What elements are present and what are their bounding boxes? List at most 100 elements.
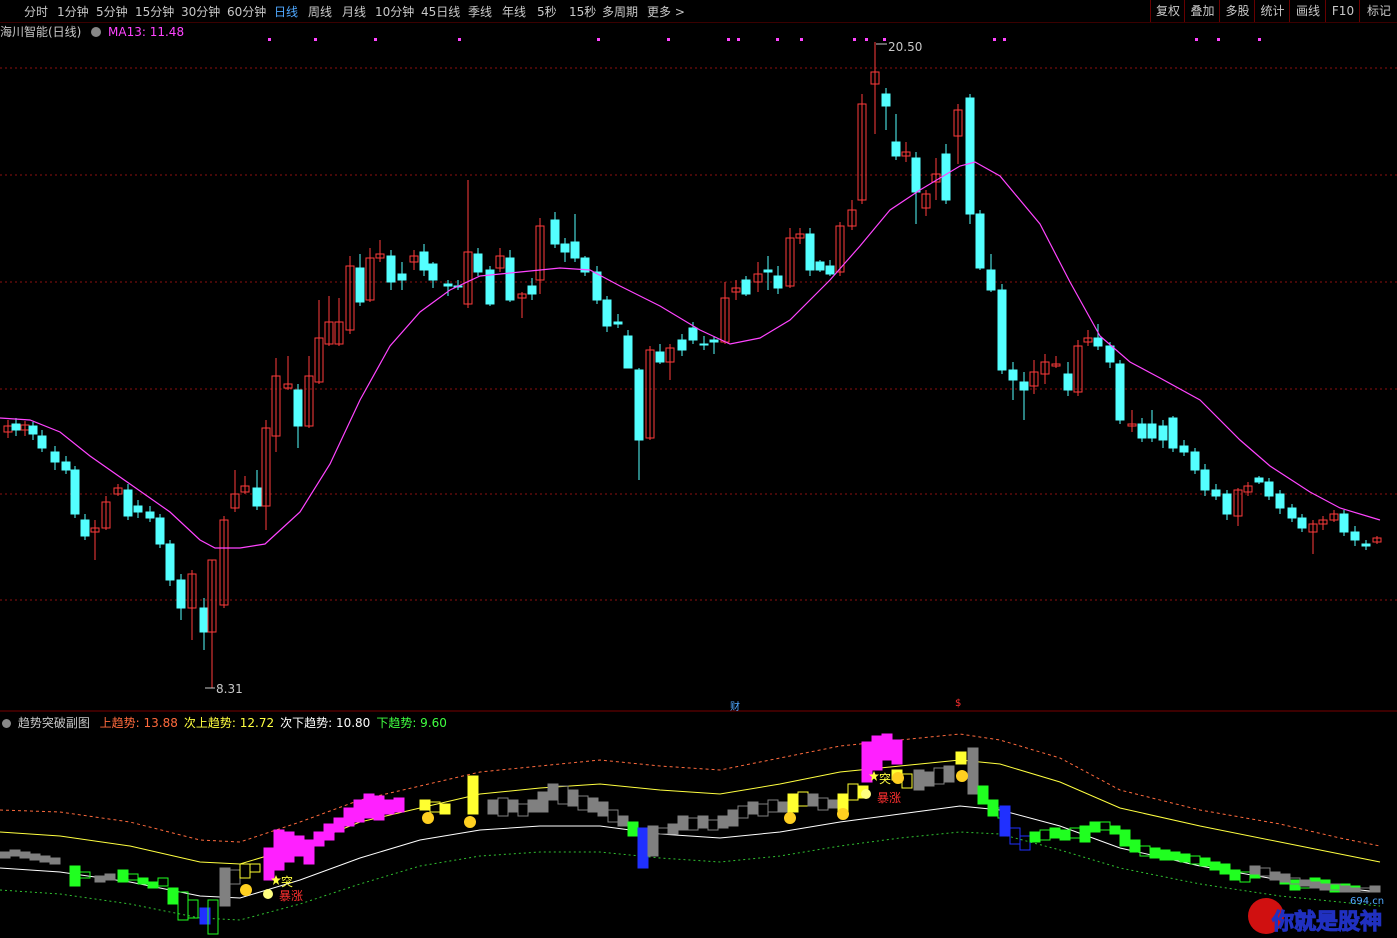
trend-bar bbox=[527, 799, 539, 813]
candle-body bbox=[61, 461, 71, 471]
indicator-value: 上趋势: 13.88 bbox=[99, 716, 178, 730]
trend-bar bbox=[1259, 867, 1271, 877]
trend-bar bbox=[1099, 821, 1111, 831]
indicator-values: 上趋势: 13.88 次上趋势: 12.72 次下趋势: 10.80 下趋势: 9.6… bbox=[94, 716, 447, 730]
candle-body bbox=[145, 511, 155, 519]
period-tab[interactable]: 月线 bbox=[342, 3, 366, 20]
toolbar-button[interactable]: 复权 bbox=[1150, 0, 1185, 22]
trend-bar bbox=[797, 791, 809, 807]
period-tab[interactable]: 5秒 bbox=[537, 3, 557, 20]
signal-dot bbox=[853, 38, 856, 41]
signal-dot bbox=[776, 38, 779, 41]
candle-body bbox=[677, 339, 687, 351]
period-tab[interactable]: 季线 bbox=[468, 3, 492, 20]
trend-bar bbox=[1209, 861, 1221, 871]
low-price-label: 8.31 bbox=[216, 682, 243, 696]
coin-icon bbox=[263, 889, 273, 899]
candle-body bbox=[1190, 451, 1200, 471]
trend-subchart[interactable] bbox=[0, 730, 1397, 938]
period-tab[interactable]: 分时 bbox=[24, 3, 48, 20]
toolbar-button[interactable]: 统计 bbox=[1254, 0, 1290, 22]
period-tab[interactable]: 10分钟 bbox=[375, 3, 414, 20]
candle-body bbox=[986, 269, 996, 291]
trend-bar bbox=[1279, 873, 1291, 883]
period-tab[interactable]: 30分钟 bbox=[181, 3, 220, 20]
trend-bar bbox=[393, 797, 405, 813]
candle-body bbox=[1254, 477, 1264, 483]
candle-body bbox=[70, 469, 80, 515]
candle-body bbox=[623, 335, 633, 369]
trend-bar bbox=[967, 747, 979, 795]
toolbar-button[interactable]: F10 bbox=[1325, 0, 1360, 22]
trend-bar bbox=[737, 805, 749, 819]
settings-icon[interactable] bbox=[2, 719, 11, 728]
trend-bar bbox=[757, 803, 769, 817]
candle-body bbox=[560, 243, 570, 253]
indicator-value: 次下趋势: 10.80 bbox=[280, 716, 371, 730]
period-tab[interactable]: 多周期 bbox=[602, 3, 638, 20]
coin-icon bbox=[861, 789, 871, 799]
finance-marker-icon[interactable]: 财 bbox=[730, 698, 740, 713]
trend-bar bbox=[49, 857, 61, 865]
trend-bar bbox=[39, 855, 51, 863]
trend-bar bbox=[1219, 863, 1231, 875]
candle-body bbox=[975, 213, 985, 269]
trend-bar bbox=[313, 831, 325, 847]
trend-bar bbox=[1259, 867, 1271, 877]
trend-bar bbox=[497, 797, 509, 817]
period-tab[interactable]: 周线 bbox=[308, 3, 332, 20]
period-tab[interactable]: 1分钟 bbox=[57, 3, 89, 20]
trend-bar bbox=[547, 783, 559, 801]
trend-bar bbox=[1309, 881, 1321, 889]
trend-bar bbox=[1159, 849, 1171, 861]
candle-body bbox=[805, 233, 815, 271]
sub-title: 趋势突破副图 bbox=[17, 716, 90, 730]
upper-trend-line bbox=[0, 733, 1381, 847]
period-tab[interactable]: 5分钟 bbox=[96, 3, 128, 20]
candle-body bbox=[1115, 363, 1125, 421]
trend-bar bbox=[577, 795, 589, 811]
candle-body bbox=[1019, 381, 1029, 391]
toolbar-button[interactable]: 多股 bbox=[1219, 0, 1255, 22]
trend-bar bbox=[1129, 839, 1141, 853]
candle-body bbox=[176, 579, 186, 609]
candle-body bbox=[1158, 425, 1168, 441]
candle-body bbox=[881, 93, 891, 107]
trend-bar bbox=[1329, 883, 1341, 893]
signal-dot bbox=[268, 38, 271, 41]
toolbar-button[interactable]: 画线 bbox=[1289, 0, 1326, 22]
period-tab[interactable]: 更多 > bbox=[647, 3, 685, 20]
watermark-site: 694.cn bbox=[1350, 896, 1385, 907]
trend-bar bbox=[323, 823, 335, 841]
trend-bar bbox=[1179, 853, 1191, 863]
candlestick-chart[interactable] bbox=[0, 22, 1397, 712]
trend-bar bbox=[147, 881, 159, 889]
trend-bar bbox=[891, 739, 903, 765]
toolbar-button[interactable]: 叠加 bbox=[1184, 0, 1220, 22]
trend-bar bbox=[1249, 865, 1261, 875]
candle-body bbox=[891, 141, 901, 157]
candle-body bbox=[428, 263, 438, 281]
period-tab[interactable]: 60分钟 bbox=[227, 3, 266, 20]
period-tab[interactable]: 15分钟 bbox=[135, 3, 174, 20]
period-tab[interactable]: 日线 bbox=[274, 3, 298, 20]
candle-body bbox=[1147, 423, 1157, 439]
candle-body bbox=[1350, 531, 1360, 541]
trend-bar bbox=[1039, 829, 1051, 841]
period-tab[interactable]: 15秒 bbox=[569, 3, 596, 20]
trend-bar bbox=[847, 783, 859, 801]
trend-bar bbox=[807, 793, 819, 807]
candle-body bbox=[1222, 493, 1232, 515]
trend-bar bbox=[667, 823, 679, 835]
trend-bar bbox=[657, 827, 669, 835]
period-tab[interactable]: 45日线 bbox=[421, 3, 460, 20]
smiley-icon bbox=[240, 884, 252, 896]
trend-bar bbox=[597, 801, 609, 817]
dividend-marker-icon[interactable]: $ bbox=[955, 698, 961, 709]
trend-bar bbox=[1059, 829, 1071, 841]
trend-bar bbox=[1289, 879, 1301, 891]
period-toolbar: 分时 1分钟 5分钟 15分钟 30分钟 60分钟 日线 周线 月线 10分钟 45日线 季线 年线 5秒… bbox=[0, 0, 1397, 23]
trend-bar bbox=[557, 785, 569, 805]
toolbar-button[interactable]: 标记 bbox=[1359, 0, 1397, 22]
period-tab[interactable]: 年线 bbox=[502, 3, 526, 20]
